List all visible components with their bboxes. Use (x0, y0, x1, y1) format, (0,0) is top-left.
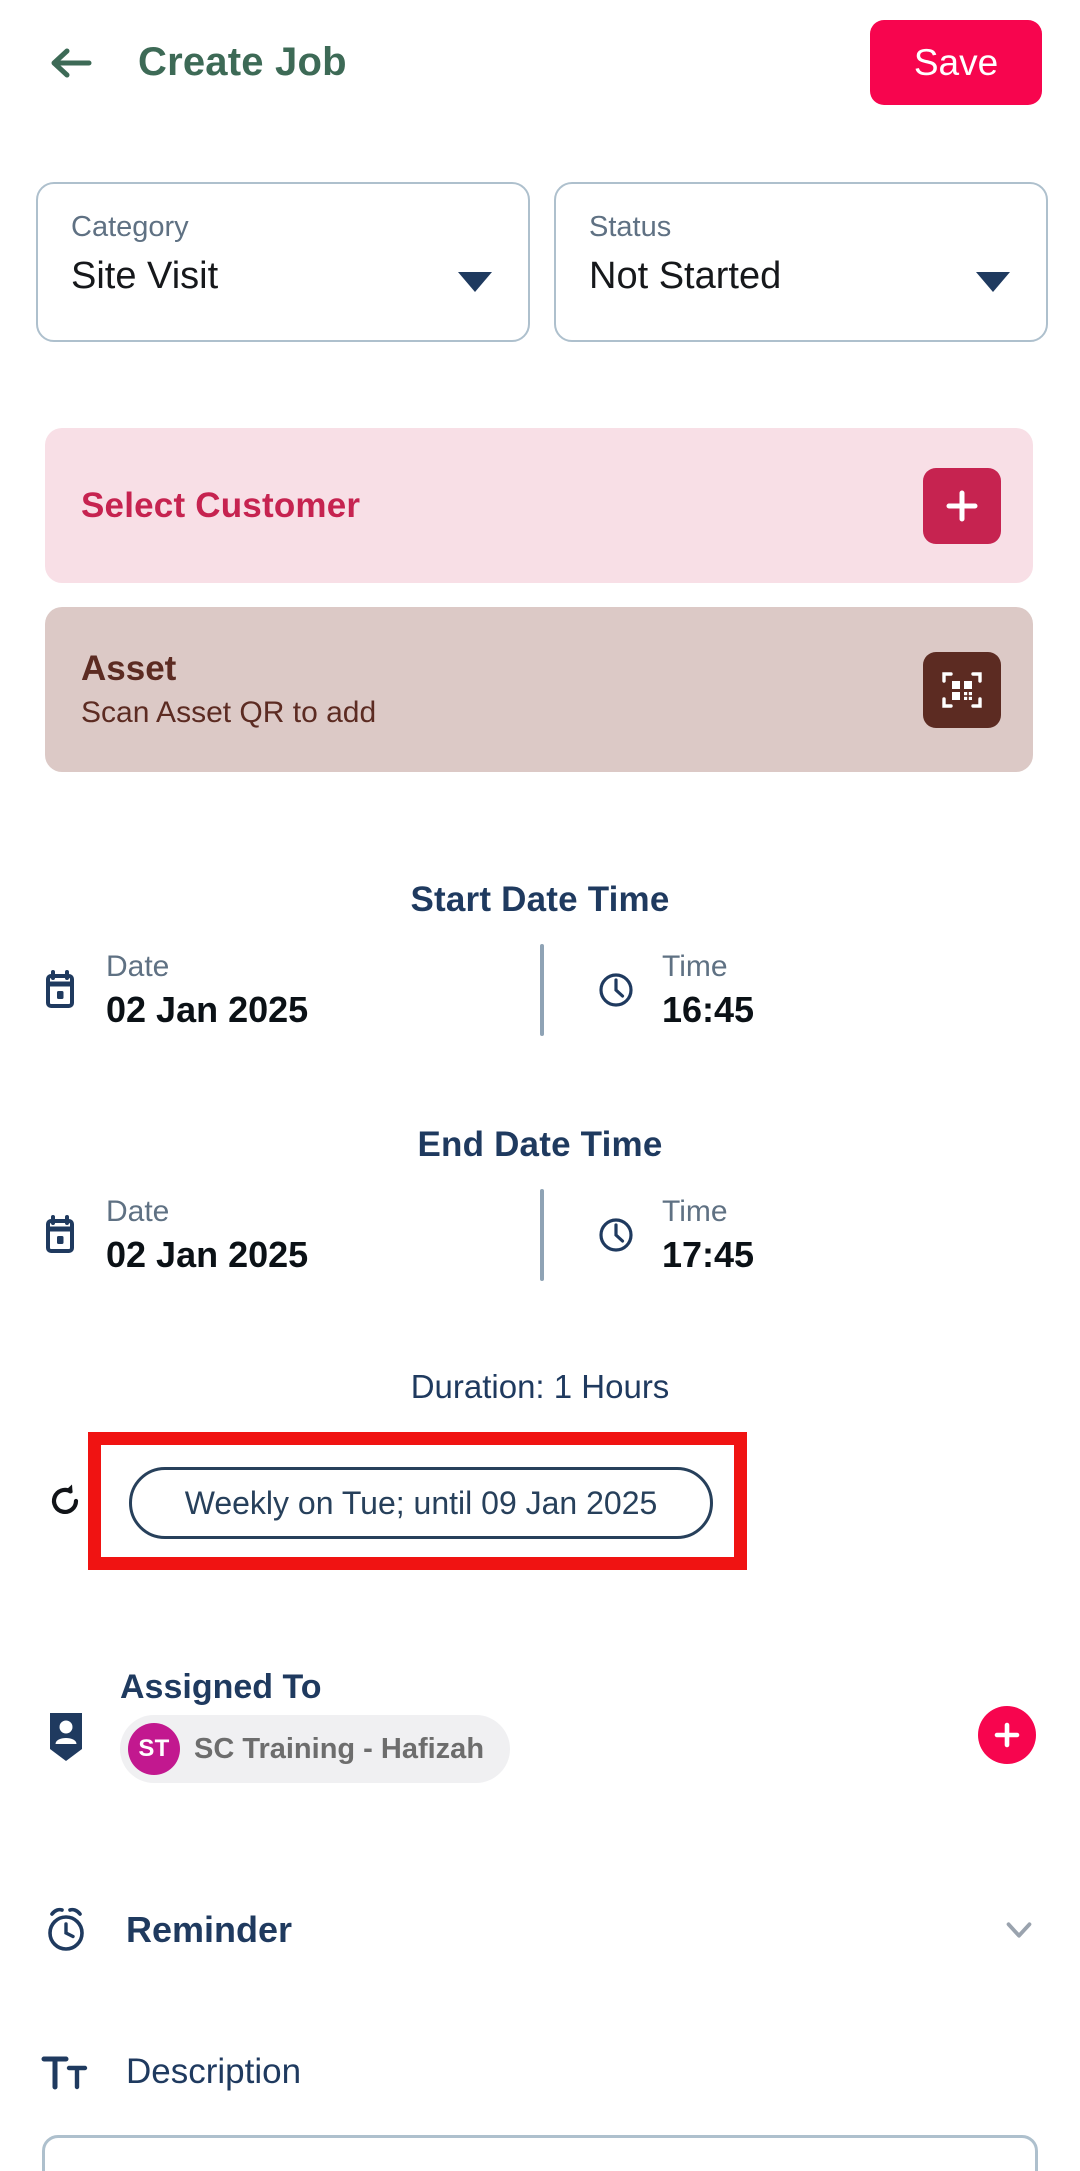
person-badge-icon (42, 1710, 90, 1764)
reminder-row[interactable]: Reminder (0, 1895, 1080, 1965)
chevron-down-icon (458, 272, 492, 292)
alarm-clock-icon (40, 1904, 92, 1956)
end-datetime-heading: End Date Time (417, 1125, 663, 1164)
asset-subtitle: Scan Asset QR to add (81, 696, 377, 729)
back-button[interactable] (44, 36, 98, 90)
end-datetime-block: End Date Time Date 02 Jan 2025 Time 17:4… (0, 1125, 1080, 1281)
plus-icon (946, 490, 978, 521)
app-header: Create Job Save (0, 0, 1080, 125)
add-assignee-button[interactable] (978, 1706, 1036, 1764)
create-job-screen: Create Job Save Category Site Visit Stat… (0, 0, 1080, 2171)
description-label: Description (126, 2052, 302, 2091)
status-label: Status (589, 211, 672, 243)
reminder-label: Reminder (126, 1909, 293, 1950)
chevron-down-icon[interactable] (1000, 1911, 1038, 1949)
assigned-to-label: Assigned To (120, 1668, 322, 1706)
start-time-field[interactable]: Time 16:45 (544, 944, 1080, 1036)
assignee-name: SC Training - Hafizah (194, 1732, 485, 1765)
end-time-value: 17:45 (662, 1234, 755, 1276)
clock-icon (592, 966, 640, 1014)
start-time-label: Time (662, 949, 728, 983)
qr-scan-icon (942, 671, 982, 708)
text-format-icon (40, 2049, 90, 2095)
calendar-icon (36, 1211, 84, 1259)
recurrence-chip[interactable]: Weekly on Tue; until 09 Jan 2025 (129, 1467, 713, 1539)
chevron-down-icon (976, 272, 1010, 292)
description-input[interactable] (42, 2135, 1038, 2171)
page-title: Create Job (138, 40, 347, 84)
description-row: Description (0, 2042, 1080, 2102)
end-time-fields: Time 17:45 (662, 1193, 754, 1278)
end-datetime-columns: Date 02 Jan 2025 Time 17:45 (0, 1189, 1080, 1281)
recurrence-row: Weekly on Tue; until 09 Jan 2025 (0, 1432, 1080, 1570)
end-date-value: 02 Jan 2025 (106, 1234, 309, 1276)
recurrence-highlight: Weekly on Tue; until 09 Jan 2025 (88, 1432, 747, 1570)
status-dropdown[interactable]: Status Not Started (554, 182, 1048, 342)
category-label: Category (71, 211, 189, 243)
start-datetime-block: Start Date Time Date 02 Jan 2025 Time 16… (0, 880, 1080, 1036)
clock-icon (592, 1211, 640, 1259)
select-customer-label: Select Customer (81, 485, 361, 525)
start-date-field[interactable]: Date 02 Jan 2025 (0, 944, 540, 1036)
recurrence-value: Weekly on Tue; until 09 Jan 2025 (184, 1484, 658, 1521)
scan-asset-qr-button[interactable] (923, 651, 1001, 728)
arrow-left-icon (51, 48, 92, 77)
start-datetime-columns: Date 02 Jan 2025 Time 16:45 (0, 944, 1080, 1036)
start-time-value: 16:45 (662, 989, 755, 1031)
asset-title: Asset (81, 649, 177, 688)
select-customer-card[interactable]: Select Customer (45, 428, 1033, 583)
dropdown-row: Category Site Visit Status Not Started (36, 182, 1048, 342)
category-value: Site Visit (71, 254, 219, 297)
refresh-repeat-icon[interactable] (43, 1479, 87, 1523)
start-time-fields: Time 16:45 (662, 948, 754, 1033)
end-date-fields: Date 02 Jan 2025 (106, 1193, 308, 1278)
start-date-label: Date (106, 949, 170, 983)
avatar: ST (128, 1723, 180, 1775)
end-date-label: Date (106, 1194, 170, 1228)
end-date-field[interactable]: Date 02 Jan 2025 (0, 1189, 540, 1281)
assignee-chip[interactable]: ST SC Training - Hafizah (120, 1715, 511, 1783)
status-value: Not Started (589, 254, 782, 297)
asset-text-group: Asset Scan Asset QR to add (81, 649, 376, 730)
start-date-value: 02 Jan 2025 (106, 989, 309, 1031)
end-time-field[interactable]: Time 17:45 (544, 1189, 1080, 1281)
start-datetime-heading: Start Date Time (410, 880, 670, 919)
calendar-icon (36, 966, 84, 1014)
save-button[interactable]: Save (870, 20, 1042, 105)
asset-card[interactable]: Asset Scan Asset QR to add (45, 607, 1033, 772)
add-customer-button[interactable] (923, 467, 1001, 544)
duration-text: Duration: 1 Hours (410, 1368, 670, 1405)
end-time-label: Time (662, 1194, 728, 1228)
start-date-fields: Date 02 Jan 2025 (106, 948, 308, 1033)
category-dropdown[interactable]: Category Site Visit (36, 182, 530, 342)
plus-icon (994, 1722, 1020, 1748)
